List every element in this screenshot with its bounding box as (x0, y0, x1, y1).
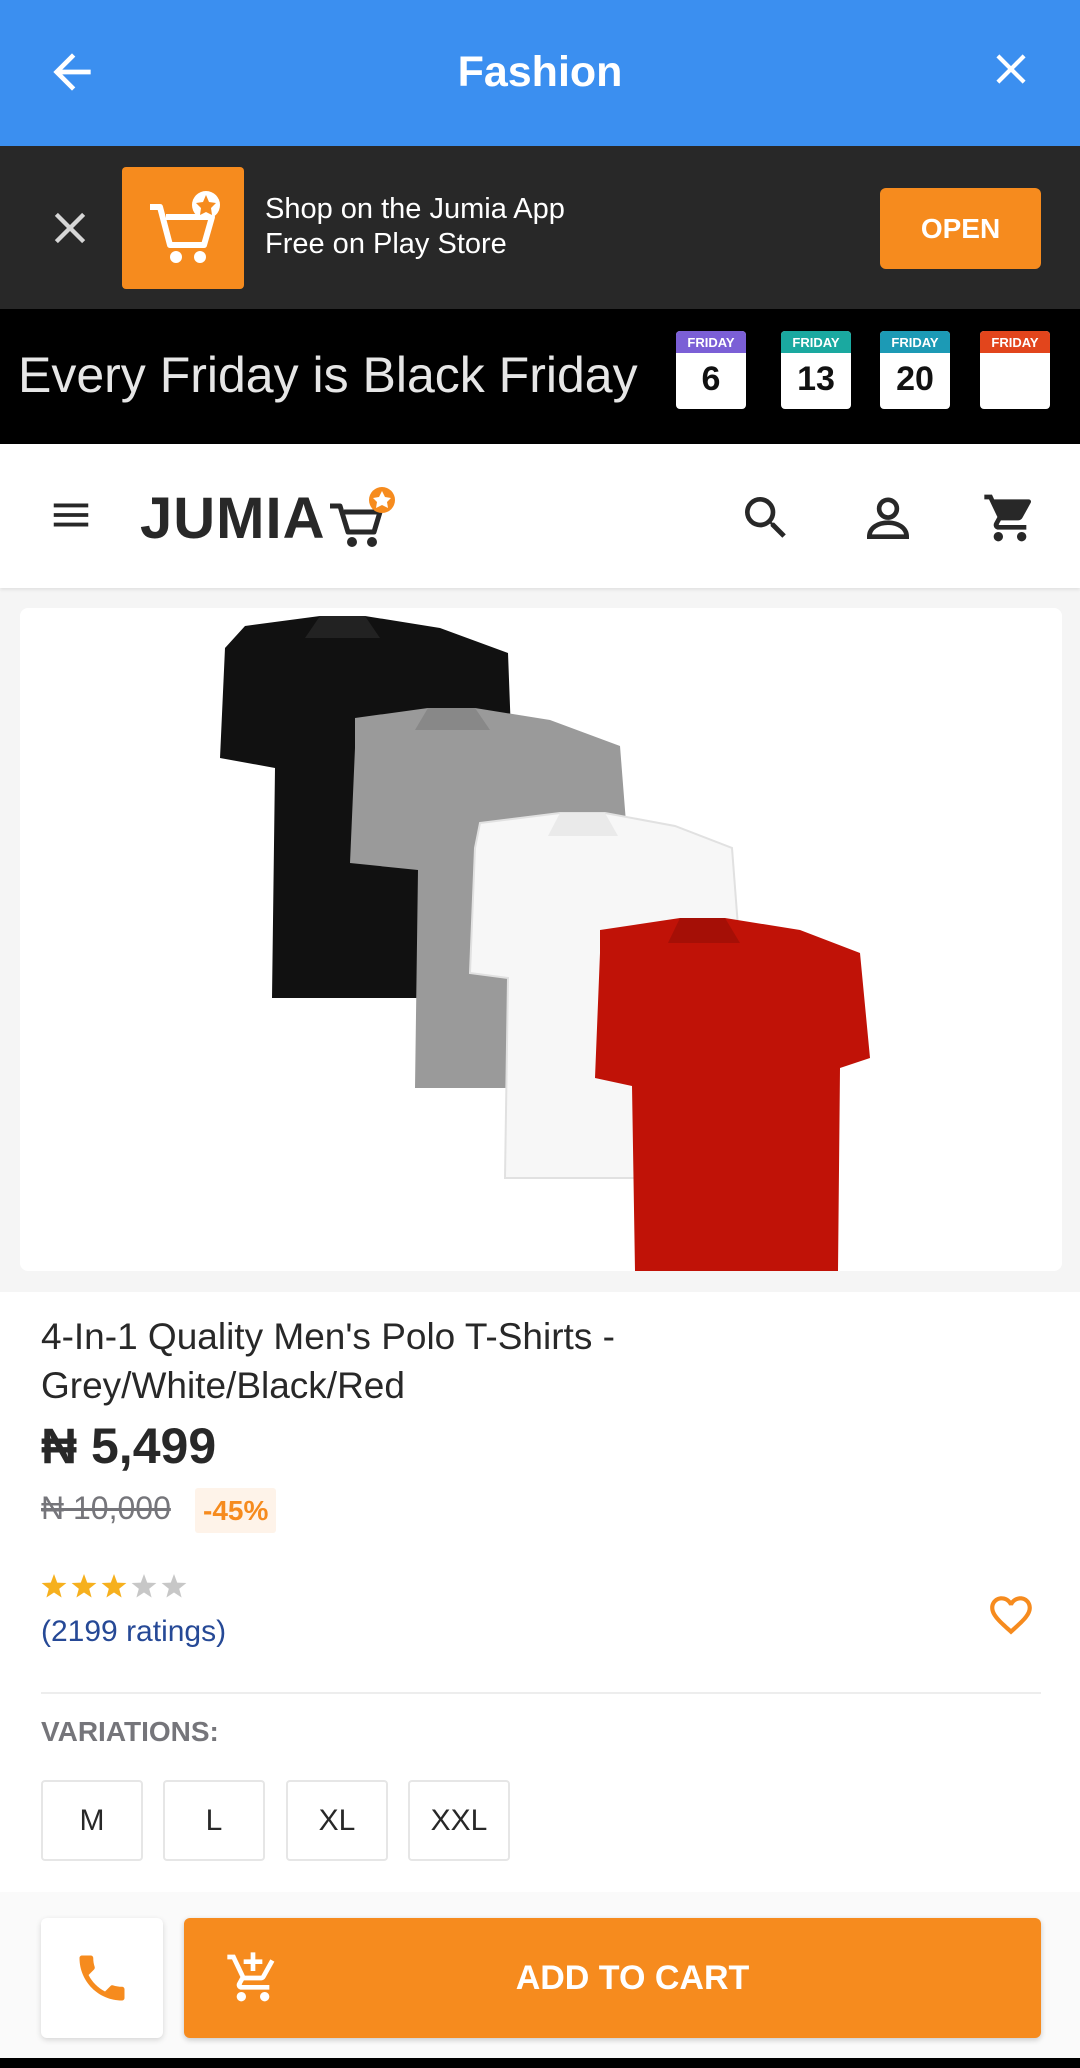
calendar-day: 13 (797, 360, 835, 398)
cart-star-icon (150, 191, 220, 263)
phone-icon (79, 1955, 125, 2001)
dismiss-promo-icon[interactable] (44, 202, 96, 254)
product-price: ₦ 5,499 (41, 1418, 217, 1474)
logo-cart-icon (329, 487, 395, 547)
cart-icon[interactable] (982, 490, 1038, 546)
close-icon[interactable] (986, 44, 1036, 94)
star-filled-icon (101, 1574, 127, 1598)
product-title: 4-In-1 Quality Men's Polo T-Shirts - Gre… (41, 1316, 615, 1406)
product-page: Fashion Shop on the Jumia App Free on Pl… (0, 0, 1080, 2068)
bottom-action-bar: ADD TO CART (0, 1892, 1080, 2068)
discount-badge: -45% (195, 1488, 277, 1533)
add-to-cart-label: ADD TO CART (515, 1959, 750, 1997)
heart-icon[interactable] (984, 1590, 1038, 1640)
product-image-card[interactable] (20, 608, 1062, 1271)
star-empty-icon (161, 1574, 187, 1598)
star-empty-icon (131, 1574, 157, 1598)
product-image (220, 616, 870, 1271)
star-filled-icon (41, 1574, 67, 1598)
calendar-icon: FRIDAY 20 (880, 331, 950, 409)
ratings-link[interactable]: (2199 ratings) (41, 1612, 226, 1652)
calendar-icon: FRIDAY 13 (781, 331, 851, 409)
system-nav-bar (0, 2058, 1080, 2068)
product-info: 4-In-1 Quality Men's Polo T-Shirts - Gre… (0, 1292, 1080, 1892)
black-friday-banner[interactable]: Every Friday is Black Friday FRIDAY 6 FR… (0, 309, 1080, 719)
calendar-day: 20 (896, 360, 934, 398)
app-bar: Fashion (0, 0, 1080, 146)
calendar-icon: FRIDAY (980, 331, 1050, 409)
app-bar-title: Fashion (457, 48, 623, 96)
divider (41, 1692, 1041, 1694)
calendar-header: FRIDAY (980, 331, 1050, 353)
logo-text: JUMIA (140, 486, 326, 551)
calendar-header: FRIDAY (880, 331, 950, 353)
add-to-cart-button[interactable]: ADD TO CART (184, 1918, 1041, 2038)
calendar-icon: FRIDAY 6 (676, 331, 746, 409)
jumia-logo[interactable]: JUMIA (140, 486, 396, 552)
app-promo-banner: Shop on the Jumia App Free on Play Store… (0, 146, 1080, 309)
banner-text: Every Friday is Black Friday (18, 347, 638, 403)
jumia-app-logo (122, 167, 244, 289)
account-icon[interactable] (860, 490, 916, 546)
variations-label: VARIATIONS: (41, 1716, 219, 1747)
variation-xl[interactable]: XL (286, 1780, 388, 1861)
calendar-header: FRIDAY (781, 331, 851, 353)
old-price: ₦ 10,000 (41, 1490, 171, 1526)
variation-xxl[interactable]: XXL (408, 1780, 510, 1861)
variation-l[interactable]: L (163, 1780, 265, 1861)
star-filled-icon (71, 1574, 97, 1598)
calendar-header: FRIDAY (676, 331, 746, 353)
promo-text: Shop on the Jumia App Free on Play Store (265, 192, 565, 262)
search-icon[interactable] (738, 490, 794, 546)
open-app-button[interactable]: OPEN (880, 188, 1041, 269)
rating-stars (41, 1574, 187, 1598)
site-header: JUMIA (0, 444, 1080, 588)
promo-line-2: Free on Play Store (265, 228, 507, 260)
calendar-day: 6 (701, 360, 721, 398)
variation-m[interactable]: M (41, 1780, 143, 1861)
promo-line-1: Shop on the Jumia App (265, 193, 565, 225)
hamburger-menu-icon[interactable] (46, 492, 96, 538)
call-button[interactable] (41, 1918, 163, 2038)
